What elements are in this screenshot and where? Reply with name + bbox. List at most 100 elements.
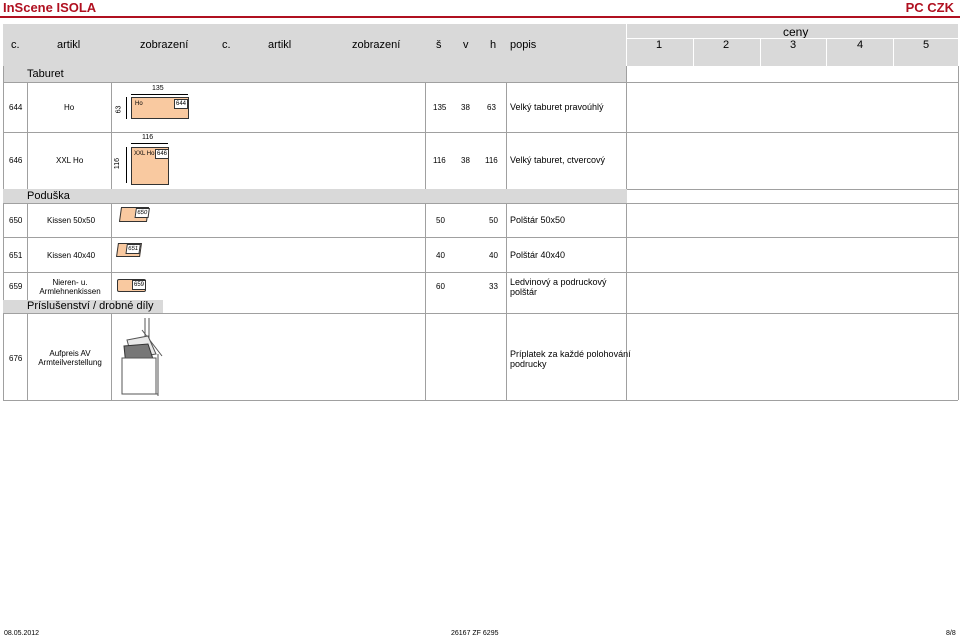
shape-tag: 650 bbox=[134, 208, 150, 218]
dim-depth: 116 bbox=[114, 157, 122, 170]
section-taburet-label: Taburet bbox=[27, 68, 64, 80]
product-shape-650: 650 bbox=[118, 207, 150, 222]
shape-tag: 651 bbox=[125, 244, 141, 254]
row-650-artikl: Kissen 50x50 bbox=[47, 216, 96, 225]
app-title: InScene ISOLA bbox=[3, 0, 97, 15]
header-divider bbox=[0, 16, 960, 18]
prices-subdivider bbox=[626, 38, 958, 39]
grid-line bbox=[3, 203, 958, 204]
price-col-4: 4 bbox=[857, 39, 864, 51]
section-taburet bbox=[3, 66, 627, 82]
grid-line bbox=[27, 313, 28, 400]
grid-line bbox=[958, 66, 959, 400]
grid-line bbox=[111, 313, 112, 400]
grid-line bbox=[3, 400, 958, 401]
product-shape-659: 659 bbox=[117, 279, 147, 292]
product-shape-646: XXL Ho 646 bbox=[131, 147, 170, 185]
row-676-artikl-line1: Aufpreis AV bbox=[49, 349, 91, 358]
grid-line bbox=[3, 237, 958, 238]
grid-line bbox=[425, 82, 426, 400]
section-prislusenstvi-label: Príslušenství / drobné díly bbox=[27, 300, 154, 312]
price-col-5: 5 bbox=[923, 39, 930, 51]
row-644-number: 644 bbox=[9, 103, 23, 112]
col-artikl2: artikl bbox=[268, 39, 292, 51]
shape-tag: 659 bbox=[132, 280, 147, 290]
prices-label: ceny bbox=[783, 25, 809, 39]
row-646-s: 116 bbox=[433, 156, 446, 165]
row-651-s: 40 bbox=[436, 251, 445, 260]
footer-date: 08.05.2012 bbox=[4, 630, 40, 637]
dim-line bbox=[131, 94, 188, 95]
dim-line bbox=[131, 143, 168, 144]
shape-tag: 644 bbox=[174, 99, 189, 109]
dim-depth: 63 bbox=[115, 105, 123, 114]
price-currency-title: PC CZK bbox=[905, 0, 954, 15]
row-659-s: 60 bbox=[436, 282, 445, 291]
col-s: š bbox=[436, 39, 442, 51]
row-676-popis-line2: podrucky bbox=[510, 359, 547, 369]
header-sep bbox=[893, 39, 894, 66]
grid-line bbox=[3, 272, 958, 273]
header-sep bbox=[693, 39, 694, 66]
row-676-artikl-line2: Armteilverstellung bbox=[38, 358, 102, 367]
footer-code: 26167 ZF 6295 bbox=[451, 630, 499, 637]
row-659-popis-line2: polštár bbox=[510, 287, 538, 297]
row-646-artikl: XXL Ho bbox=[56, 156, 84, 165]
grid-line bbox=[111, 203, 112, 300]
col-v: v bbox=[463, 39, 469, 51]
row-646-h: 116 bbox=[485, 156, 498, 165]
row-676-number: 676 bbox=[9, 354, 23, 363]
row-659-artikl-line2: Armlehnenkissen bbox=[39, 287, 101, 296]
col-popis: popis bbox=[510, 39, 537, 51]
row-659-artikl-line1: Nieren- u. bbox=[52, 278, 88, 287]
dim-line bbox=[126, 147, 127, 183]
row-646-popis: Velký taburet, ctvercový bbox=[510, 155, 606, 165]
product-shape-651: 651 bbox=[116, 243, 142, 257]
row-676-popis-line1: Príplatek za každé polohování bbox=[510, 349, 631, 359]
dim-width: 116 bbox=[142, 134, 154, 141]
row-650-s: 50 bbox=[436, 216, 445, 225]
footer-page: 8/8 bbox=[946, 630, 956, 637]
row-650-number: 650 bbox=[9, 216, 23, 225]
row-644-v: 38 bbox=[461, 103, 470, 112]
header-sep bbox=[826, 39, 827, 66]
col-zobrazeni2: zobrazení bbox=[352, 39, 401, 51]
col-h: h bbox=[490, 39, 497, 51]
price-col-3: 3 bbox=[790, 39, 797, 51]
col-c1: c. bbox=[11, 39, 20, 51]
row-659-h: 33 bbox=[489, 282, 498, 291]
grid-line bbox=[506, 82, 507, 400]
row-659-popis-line1: Ledvinový a podruckový bbox=[510, 277, 607, 287]
row-659-number: 659 bbox=[9, 282, 23, 291]
armrest-adjustment-drawing bbox=[121, 318, 163, 396]
row-646-v: 38 bbox=[461, 156, 470, 165]
section-poduska-label: Poduška bbox=[27, 190, 70, 202]
price-col-1: 1 bbox=[656, 39, 663, 51]
grid-line bbox=[3, 66, 4, 400]
row-651-number: 651 bbox=[9, 251, 23, 260]
shape-label: Ho bbox=[135, 101, 143, 107]
col-c2: c. bbox=[222, 39, 231, 51]
section-poduska bbox=[3, 189, 627, 203]
grid-line bbox=[3, 82, 958, 83]
header-sep bbox=[626, 24, 627, 66]
row-644-h: 63 bbox=[487, 103, 496, 112]
grid-line bbox=[111, 82, 112, 189]
row-651-popis: Polštár 40x40 bbox=[510, 250, 566, 260]
col-zobrazeni1: zobrazení bbox=[140, 39, 189, 51]
dim-line bbox=[126, 97, 127, 119]
price-col-2: 2 bbox=[723, 39, 730, 51]
grid-line bbox=[3, 313, 958, 314]
grid-line bbox=[27, 82, 28, 189]
shape-tag: 646 bbox=[155, 149, 170, 159]
row-644-artikl: Ho bbox=[64, 103, 75, 112]
product-shape-644: Ho 644 bbox=[131, 97, 189, 119]
grid-line bbox=[27, 203, 28, 300]
row-650-h: 50 bbox=[489, 216, 498, 225]
grid-line bbox=[3, 132, 958, 133]
col-artikl1: artikl bbox=[57, 39, 81, 51]
column-header: c. artikl zobrazení c. artikl zobrazení … bbox=[3, 24, 958, 66]
row-651-h: 40 bbox=[489, 251, 498, 260]
shape-label: XXL Ho bbox=[134, 151, 155, 157]
row-650-popis: Polštár 50x50 bbox=[510, 215, 566, 225]
